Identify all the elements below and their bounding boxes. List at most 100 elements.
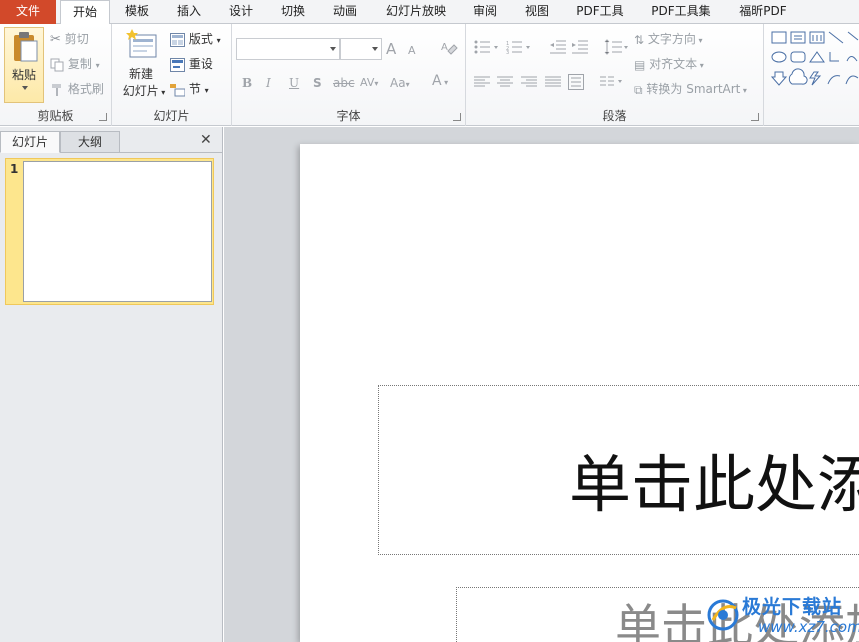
align-center-icon[interactable] [497, 76, 513, 88]
convert-smartart-label: 转换为 SmartArt [646, 82, 741, 96]
tab-file[interactable]: 文件 [0, 0, 56, 24]
paragraph-launcher[interactable] [751, 113, 759, 121]
font-color-button[interactable]: A ▾ [432, 72, 448, 92]
distributed-icon[interactable] [568, 74, 584, 90]
convert-smartart-button[interactable]: ⧉ 转换为 SmartArt ▾ [634, 78, 747, 100]
decrease-indent-icon[interactable] [550, 40, 566, 54]
numbering-icon[interactable]: 123 [506, 40, 532, 54]
reset-button[interactable]: 重设 [170, 53, 213, 75]
change-case-button[interactable]: Aa▾ [390, 74, 410, 94]
title-placeholder-text: 单击此处添 [569, 448, 859, 521]
copy-label: 复制 [67, 57, 92, 71]
bullets-icon[interactable] [474, 40, 500, 54]
shapes-gallery[interactable] [770, 30, 859, 90]
tab-transitions[interactable]: 切换 [272, 0, 314, 24]
slide-thumbnail[interactable] [23, 161, 212, 302]
cut-button[interactable]: ✂ 剪切 [50, 28, 89, 50]
clear-format-icon[interactable]: A [440, 39, 458, 57]
paragraph-group: 123 ⇅ 文字方向 ▾ ▤ 对齐文本 ▾ ⧉ 转换为 SmartArt ▾ 段… [466, 24, 764, 126]
reset-label: 重设 [188, 57, 213, 71]
cut-label: 剪切 [64, 32, 89, 46]
line-spacing-icon[interactable] [604, 39, 628, 55]
format-painter-label: 格式刷 [67, 82, 104, 96]
tab-outline[interactable]: 大纲 [60, 131, 120, 153]
ribbon: 粘贴 ✂ 剪切 复制 ▾ 格式刷 剪贴板 新建 幻灯片 ▾ 版式 ▾ 重设 节 … [0, 24, 859, 126]
text-direction-button[interactable]: ⇅ 文字方向 ▾ [634, 28, 702, 50]
close-pane-icon[interactable]: ✕ [200, 132, 212, 148]
tab-animations[interactable]: 动画 [324, 0, 366, 24]
font-launcher[interactable] [453, 113, 461, 121]
paste-dropdown-arrow[interactable] [22, 86, 28, 90]
font-group-label: 字体 [336, 109, 361, 123]
tab-design[interactable]: 设计 [220, 0, 262, 24]
new-slide-label-2: 幻灯片 ▾ [122, 84, 166, 98]
pane-tabs: 幻灯片 大纲 ✕ [0, 131, 222, 153]
font-name-combo[interactable] [236, 38, 340, 60]
new-slide-label-1: 新建 [128, 67, 153, 81]
align-right-icon[interactable] [521, 76, 537, 88]
layout-button[interactable]: 版式 ▾ [170, 28, 221, 50]
clipboard-group: 粘贴 ✂ 剪切 复制 ▾ 格式刷 剪贴板 [0, 24, 112, 126]
font-size-combo[interactable] [340, 38, 382, 60]
copy-button[interactable]: 复制 ▾ [50, 53, 100, 75]
section-button[interactable]: 节 ▾ [170, 78, 209, 100]
format-painter-icon [52, 83, 61, 96]
underline-button[interactable]: U [289, 74, 299, 92]
section-label: 节 [188, 82, 201, 96]
strikethrough-button[interactable]: abc [333, 74, 355, 92]
shadow-button[interactable]: S [313, 74, 322, 92]
align-text-button[interactable]: ▤ 对齐文本 ▾ [634, 53, 704, 75]
svg-text:3: 3 [506, 50, 509, 54]
ribbon-tab-bar: 文件 开始 模板 插入 设计 切换 动画 幻灯片放映 审阅 视图 PDF工具 P… [0, 0, 859, 25]
shrink-font-button[interactable]: A [408, 42, 416, 60]
title-placeholder[interactable]: 单击此处添 [378, 385, 859, 555]
align-text-icon: ▤ [634, 57, 646, 72]
paste-button[interactable]: 粘贴 [4, 27, 44, 103]
bold-button[interactable]: B [242, 74, 252, 92]
tab-slideshow[interactable]: 幻灯片放映 [376, 0, 456, 24]
paragraph-group-label: 段落 [602, 109, 627, 123]
character-spacing-button[interactable]: AV▾ [360, 74, 378, 93]
drawing-group [764, 24, 859, 126]
layout-icon [170, 32, 185, 47]
paste-label: 粘贴 [11, 68, 36, 82]
layout-label: 版式 [188, 32, 213, 46]
copy-icon [50, 58, 64, 71]
clipboard-group-label: 剪贴板 [37, 109, 74, 123]
reset-icon [170, 57, 185, 72]
tab-insert[interactable]: 插入 [168, 0, 210, 24]
text-direction-icon: ⇅ [634, 32, 645, 47]
font-group: A A A B I U S abc AV▾ Aa▾ A ▾ 字体 [232, 24, 466, 126]
slide-thumbnail-number: 1 [10, 162, 19, 176]
new-slide-icon [126, 29, 157, 58]
watermark-title: 极光下载站 [742, 596, 843, 618]
tab-foxit-pdf[interactable]: 福昕PDF [728, 0, 798, 24]
tab-pdf-tools[interactable]: PDF工具 [566, 0, 634, 24]
site-watermark: 极光下载站 www.xz7.com [700, 588, 859, 642]
watermark-url: www.xz7.com [758, 618, 859, 636]
smartart-icon: ⧉ [634, 82, 643, 97]
tab-home[interactable]: 开始 [60, 0, 110, 25]
align-left-icon[interactable] [474, 76, 490, 88]
watermark-logo [707, 599, 739, 631]
slides-group-label: 幻灯片 [153, 109, 190, 123]
tab-template[interactable]: 模板 [116, 0, 158, 24]
section-icon [170, 83, 185, 96]
increase-indent-icon[interactable] [572, 40, 588, 54]
tab-pdf-toolset[interactable]: PDF工具集 [642, 0, 720, 24]
grow-font-button[interactable]: A [386, 40, 396, 58]
tab-review[interactable]: 审阅 [464, 0, 506, 24]
scissors-icon: ✂ [50, 31, 61, 47]
format-painter-button[interactable]: 格式刷 [50, 78, 104, 100]
text-direction-label: 文字方向 [647, 32, 696, 46]
align-text-label: 对齐文本 [649, 57, 698, 71]
svg-text:A: A [441, 42, 448, 53]
new-slide-button[interactable]: 新建 幻灯片 ▾ [116, 27, 166, 103]
tab-slides[interactable]: 幻灯片 [0, 131, 60, 153]
clipboard-launcher[interactable] [99, 113, 107, 121]
tab-view[interactable]: 视图 [516, 0, 558, 24]
justify-icon[interactable] [545, 76, 561, 88]
columns-icon[interactable] [600, 75, 624, 89]
slides-group: 新建 幻灯片 ▾ 版式 ▾ 重设 节 ▾ 幻灯片 [112, 24, 232, 126]
italic-button[interactable]: I [266, 74, 271, 92]
